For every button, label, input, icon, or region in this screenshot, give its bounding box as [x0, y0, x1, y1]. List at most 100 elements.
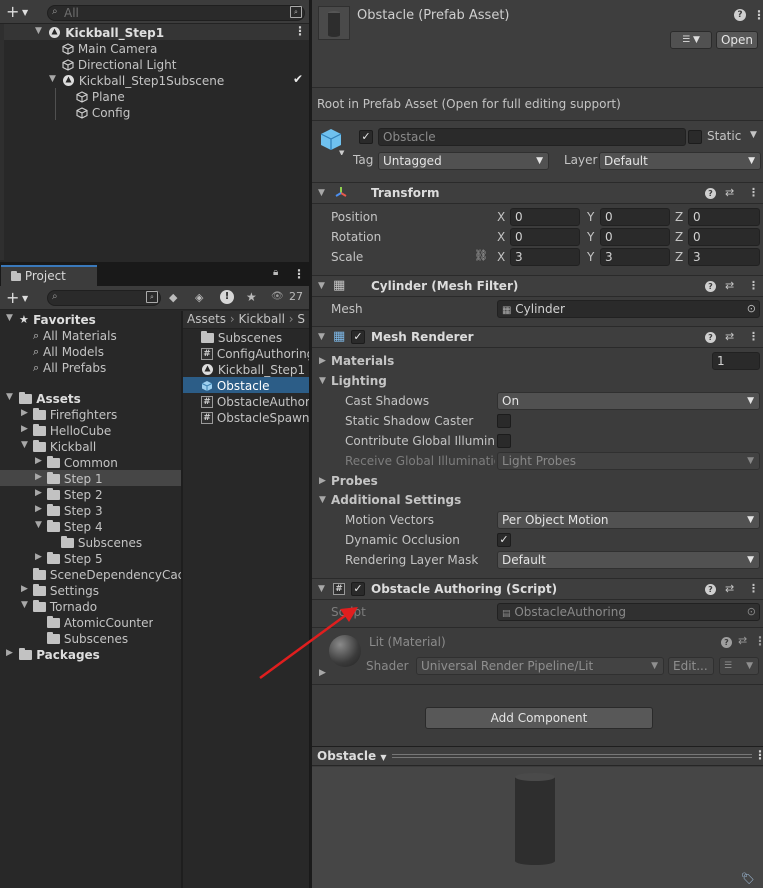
file-item[interactable]: # ConfigAuthoring [201, 345, 309, 361]
gameobject-active-checkbox[interactable]: ✓ [359, 130, 373, 144]
mesh-filter-header[interactable]: ▼ ▦ Cylinder (Mesh Filter) ? ⇄ ⋮ [312, 275, 763, 297]
fold-arrow-icon[interactable]: ▶ [35, 456, 42, 466]
kebab-menu-icon[interactable]: ⋮ [748, 186, 759, 199]
fold-arrow-icon[interactable]: ▼ [35, 520, 42, 530]
position-y-field[interactable]: 0 [600, 208, 670, 226]
file-item[interactable]: # ObstacleSpawner [201, 409, 309, 425]
hierarchy-item-subscene[interactable]: Kickball_Step1Subscene [62, 72, 292, 88]
breadcrumb-item[interactable]: S [297, 312, 305, 326]
open-button[interactable]: Open [716, 31, 758, 49]
folder-item-selected[interactable]: Step 1 [47, 470, 103, 486]
object-name-field[interactable]: Obstacle [378, 128, 686, 146]
tab-project[interactable]: Project [1, 265, 97, 287]
position-z-field[interactable]: 0 [688, 208, 760, 226]
fold-arrow-icon[interactable]: ▼ [21, 440, 28, 450]
hierarchy-search-input[interactable]: ⌕ All ⌕ [47, 5, 305, 21]
search-filter-icon[interactable]: ⌕ [146, 291, 158, 303]
obstacle-authoring-header[interactable]: ▼ # ✓ Obstacle Authoring (Script) ? ⇄ ⋮ [312, 578, 763, 600]
favorite-item[interactable]: ⌕ All Prefabs [33, 359, 106, 375]
probes-label[interactable]: Probes [331, 472, 378, 490]
help-icon[interactable]: ? [705, 332, 716, 343]
rotation-y-field[interactable]: 0 [600, 228, 670, 246]
folder-item[interactable]: AtomicCounter [47, 614, 153, 630]
folder-item[interactable]: Common [47, 454, 118, 470]
fold-arrow-icon[interactable]: ▼ [318, 281, 325, 291]
breadcrumb-item[interactable]: Assets [187, 312, 226, 326]
mesh-renderer-enabled-checkbox[interactable]: ✓ [351, 330, 365, 344]
gameobject-cube-icon[interactable]: ▼ [319, 127, 345, 155]
fold-arrow-icon[interactable]: ▼ [319, 495, 326, 505]
fold-arrow-icon[interactable]: ▼ [6, 313, 13, 323]
materials-count-field[interactable]: 1 [712, 352, 760, 370]
file-item-selected[interactable]: Obstacle [201, 377, 270, 393]
hierarchy-item-plane[interactable]: Plane [76, 88, 296, 104]
additional-settings-label[interactable]: Additional Settings [331, 491, 461, 509]
fold-arrow-icon[interactable]: ▼ [318, 188, 325, 198]
kebab-menu-icon[interactable]: ⋮ [748, 582, 759, 595]
folder-item[interactable]: Step 5 [47, 550, 103, 566]
preset-sliders-icon[interactable]: ⇄ [725, 186, 734, 199]
folder-item[interactable]: HelloCube [33, 422, 111, 438]
add-component-button[interactable]: Add Component [425, 707, 653, 729]
rendering-layer-mask-dropdown[interactable]: Default ▼ [497, 551, 760, 569]
help-icon[interactable]: ? [721, 637, 732, 648]
constrain-proportions-link-icon[interactable]: ⛓︎ [474, 249, 488, 262]
cast-shadows-dropdown[interactable]: On ▼ [497, 392, 760, 410]
hidden-packages-eye-icon[interactable]: 👁︎ [271, 291, 284, 302]
fold-arrow-icon[interactable]: ▼ [318, 584, 325, 594]
fold-arrow-icon[interactable]: ▶ [319, 356, 326, 366]
mesh-object-field[interactable]: ▦ Cylinder ⊙ [497, 300, 760, 318]
search-filter-icon[interactable]: ⌕ [290, 6, 302, 18]
static-shadow-caster-checkbox[interactable] [497, 414, 511, 428]
kebab-menu-icon[interactable]: ⋮ [748, 279, 759, 292]
fold-arrow-icon[interactable]: ▶ [6, 648, 13, 658]
preview-object-dropdown[interactable]: Obstacle ▼ [317, 749, 386, 763]
rotation-x-field[interactable]: 0 [510, 228, 580, 246]
object-picker-icon[interactable]: ⊙ [747, 301, 756, 317]
contribute-gi-checkbox[interactable] [497, 434, 511, 448]
transform-header[interactable]: ▼ Transform ? ⇄ ⋮ [312, 182, 763, 204]
folder-item[interactable]: Step 2 [47, 486, 103, 502]
scale-y-field[interactable]: 3 [600, 248, 670, 266]
filter-by-type-icon[interactable]: ◆ [169, 291, 177, 304]
dynamic-occlusion-checkbox[interactable]: ✓ [497, 533, 511, 547]
filter-by-label-icon[interactable]: ◈ [195, 291, 203, 304]
fold-arrow-icon[interactable]: ▶ [35, 552, 42, 562]
kebab-menu-icon[interactable]: ⋮ [748, 330, 759, 343]
preset-sliders-icon[interactable]: ⇄ [725, 582, 734, 595]
file-item[interactable]: Kickball_Step1 [201, 361, 305, 377]
static-checkbox[interactable] [688, 130, 702, 144]
hierarchy-add-button[interactable]: + ▼ [6, 3, 34, 21]
fold-arrow-icon[interactable]: ▶ [21, 584, 28, 594]
hierarchy-item-scene[interactable]: Kickball_Step1 [48, 24, 288, 40]
fold-arrow-icon[interactable]: ▶ [319, 476, 326, 486]
hierarchy-item-config[interactable]: Config [76, 104, 296, 120]
motion-vectors-dropdown[interactable]: Per Object Motion ▼ [497, 511, 760, 529]
folder-item[interactable]: Settings [33, 582, 99, 598]
fold-arrow-icon[interactable]: ▼ [319, 376, 326, 386]
fold-arrow-icon[interactable]: ▼ [49, 74, 56, 84]
help-icon[interactable]: ? [705, 281, 716, 292]
fold-arrow-icon[interactable]: ▼ [6, 392, 13, 402]
favorite-item[interactable]: ⌕ All Materials [33, 327, 117, 343]
layer-dropdown[interactable]: Default ▼ [599, 152, 761, 170]
help-icon[interactable]: ? [705, 188, 716, 199]
fold-arrow-icon[interactable]: ▶ [35, 472, 42, 482]
fold-arrow-icon[interactable]: ▶ [35, 488, 42, 498]
help-icon[interactable]: ? [734, 9, 746, 21]
preview-viewport[interactable] [312, 767, 763, 888]
preset-sliders-icon[interactable]: ⇄ [725, 330, 734, 343]
folder-item[interactable]: Step 4 [47, 518, 103, 534]
help-icon[interactable]: ? [705, 584, 716, 595]
materials-label[interactable]: Materials [331, 352, 394, 370]
lighting-label[interactable]: Lighting [331, 372, 387, 390]
scale-x-field[interactable]: 3 [510, 248, 580, 266]
script-enabled-checkbox[interactable]: ✓ [351, 582, 365, 596]
hierarchy-scrollbar[interactable] [0, 24, 4, 260]
folder-item[interactable]: Tornado [33, 598, 97, 614]
favorite-star-icon[interactable]: ★ [246, 290, 257, 304]
fold-arrow-icon[interactable]: ▶ [35, 504, 42, 514]
lock-icon[interactable]: 🔒︎ [273, 267, 278, 278]
file-item[interactable]: # ObstacleAuthoring [201, 393, 309, 409]
project-search-input[interactable]: ⌕ ⌕ [47, 290, 161, 306]
